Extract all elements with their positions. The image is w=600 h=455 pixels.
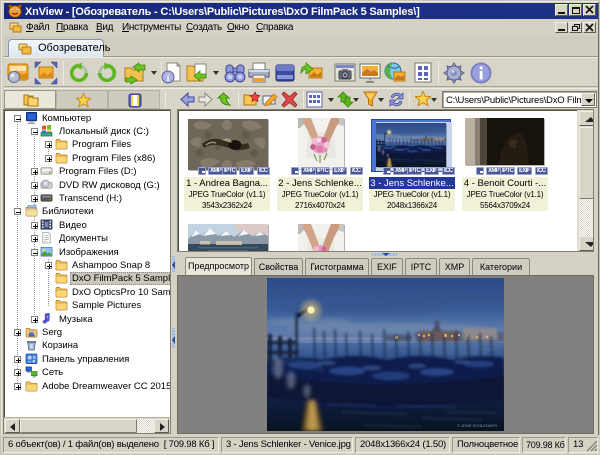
- svg-text:© JENS SCHLENKER: © JENS SCHLENKER: [457, 423, 497, 428]
